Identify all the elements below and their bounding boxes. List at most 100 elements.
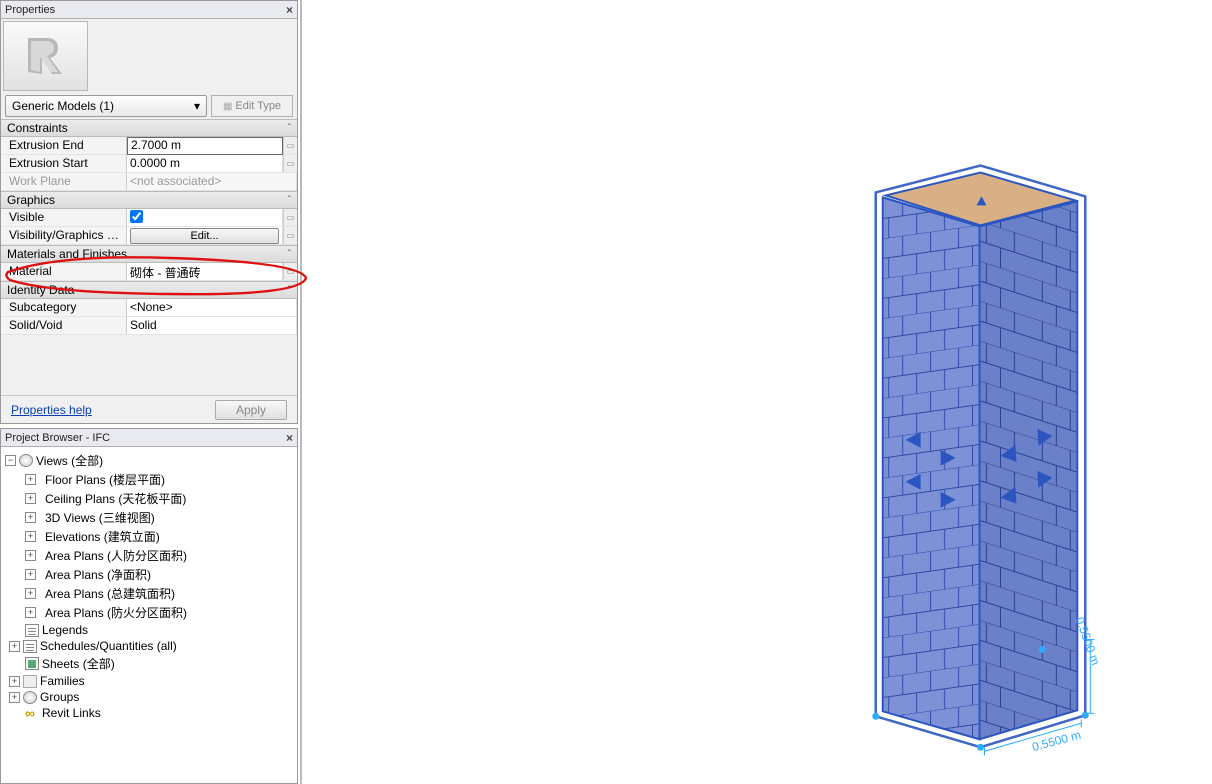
properties-help-link[interactable]: Properties help <box>11 403 92 417</box>
property-browse-button[interactable]: ▭ <box>283 227 297 245</box>
project-browser-tree[interactable]: − Views (全部) + Floor Plans (楼层平面)+Ceiling… <box>1 447 297 783</box>
properties-header[interactable]: Properties × <box>1 1 297 19</box>
revit-logo-thumbnail <box>3 21 88 91</box>
property-edit-button[interactable]: Edit... <box>130 228 279 244</box>
collapse-icon[interactable]: − <box>5 455 16 466</box>
tree-item[interactable]: + Area Plans (总建筑面积) <box>3 584 295 603</box>
project-browser-header[interactable]: Project Browser - IFC × <box>1 429 297 447</box>
grip-icon[interactable] <box>977 744 984 751</box>
expand-icon[interactable]: + <box>9 692 20 703</box>
expand-icon[interactable]: + <box>25 531 36 542</box>
property-row[interactable]: Visibility/Graphics O...Edit...▭ <box>1 227 297 245</box>
tree-item[interactable]: + Area Plans (防火分区面积) <box>3 603 295 622</box>
column-side-face[interactable] <box>980 201 1078 739</box>
section-materials[interactable]: Materials and Finishes ˆ <box>1 245 297 263</box>
tree-item[interactable]: + Area Plans (净面积) <box>3 565 295 584</box>
section-graphics[interactable]: Graphics ˆ <box>1 191 297 209</box>
property-row[interactable]: Subcategory<None> <box>1 299 297 317</box>
expand-icon[interactable]: + <box>25 569 36 580</box>
tree-item[interactable]: Legends <box>3 622 295 638</box>
property-row[interactable]: Solid/VoidSolid <box>1 317 297 335</box>
property-browse-button[interactable]: ▭ <box>283 263 297 281</box>
expand-icon[interactable]: + <box>25 550 36 561</box>
property-row[interactable]: Visible▭ <box>1 209 297 227</box>
property-label: Extrusion Start <box>1 155 127 173</box>
property-label: Subcategory <box>1 299 127 317</box>
tree-item-label: Area Plans (总建筑面积) <box>45 585 175 602</box>
property-browse-button[interactable]: ▭ <box>283 209 297 227</box>
tree-item[interactable]: + Area Plans (人防分区面积) <box>3 546 295 565</box>
properties-panel: Properties × Generic Models (1) ▾ ▦ Edit… <box>0 0 298 424</box>
tree-item-label: Schedules/Quantities (all) <box>40 639 177 653</box>
tree-item[interactable]: + Elevations (建筑立面) <box>3 527 295 546</box>
tree-item-label: Elevations (建筑立面) <box>45 528 160 545</box>
expand-icon[interactable]: + <box>25 607 36 618</box>
close-icon[interactable]: × <box>286 3 293 17</box>
tree-item-label: Floor Plans (楼层平面) <box>45 471 165 488</box>
tree-item-label: Legends <box>42 623 88 637</box>
property-value: <not associated> <box>127 173 297 191</box>
property-checkbox[interactable] <box>130 210 143 223</box>
properties-title: Properties <box>5 4 55 16</box>
tree-item-label: Revit Links <box>42 706 101 720</box>
circle-icon <box>23 691 37 704</box>
chevron-down-icon: ▾ <box>194 99 200 113</box>
tree-root-views[interactable]: − Views (全部) <box>3 451 295 470</box>
grip-icon[interactable] <box>1039 646 1046 653</box>
viewport-3d[interactable]: 0.5500 m 0.5500 m <box>300 0 1212 784</box>
project-browser-panel: Project Browser - IFC × − Views (全部) + Fl… <box>0 428 298 784</box>
tree-item-label: Area Plans (人防分区面积) <box>45 547 187 564</box>
section-identity[interactable]: Identity Data ˆ <box>1 281 297 299</box>
property-label: Solid/Void <box>1 317 127 335</box>
property-value[interactable]: 0.0000 m <box>127 155 283 173</box>
tree-item[interactable]: + Schedules/Quantities (all) <box>3 638 295 654</box>
column-front-face[interactable] <box>883 197 980 739</box>
tree-item-label: Area Plans (防火分区面积) <box>45 604 187 621</box>
tree-item-label: Groups <box>40 690 79 704</box>
tree-item-label: Families <box>40 674 85 688</box>
property-value[interactable]: Edit... <box>127 227 283 245</box>
tree-item[interactable]: + Groups <box>3 689 295 705</box>
property-value[interactable]: <None> <box>127 299 297 317</box>
tree-item[interactable]: Sheets (全部) <box>3 654 295 673</box>
tree-item[interactable]: + Floor Plans (楼层平面) <box>3 470 295 489</box>
tree-item-label: Area Plans (净面积) <box>45 566 151 583</box>
expand-icon[interactable]: + <box>9 676 20 687</box>
property-value[interactable] <box>127 209 283 227</box>
expand-icon[interactable]: + <box>25 588 36 599</box>
apply-button[interactable]: Apply <box>215 400 287 420</box>
tree-item[interactable]: +3D Views (三维视图) <box>3 508 295 527</box>
property-browse-button[interactable]: ▭ <box>283 155 297 173</box>
property-browse-button[interactable]: ▭ <box>283 137 297 155</box>
grip-icon[interactable] <box>872 713 879 720</box>
dimension-x-value[interactable]: 0.5500 m <box>1031 728 1083 754</box>
property-value[interactable]: 砌体 - 普通砖 <box>127 263 283 281</box>
project-browser-title: Project Browser - IFC <box>5 432 110 444</box>
expand-icon[interactable]: + <box>9 641 20 652</box>
sheet1-icon <box>23 640 37 653</box>
sheet2-icon <box>25 657 39 670</box>
property-row[interactable]: Extrusion Start0.0000 m▭ <box>1 155 297 173</box>
expand-icon[interactable]: + <box>25 493 36 504</box>
property-label: Visibility/Graphics O... <box>1 227 127 245</box>
tree-item[interactable]: Revit Links <box>3 705 295 721</box>
edit-type-label: Edit Type <box>235 100 281 112</box>
section-constraints[interactable]: Constraints ˆ <box>1 119 297 137</box>
tree-item[interactable]: + Families <box>3 673 295 689</box>
property-value[interactable]: Solid <box>127 317 297 335</box>
folder-icon <box>23 675 37 688</box>
property-value[interactable]: 2.7000 m <box>127 137 283 155</box>
type-selector-value: Generic Models (1) <box>12 99 114 113</box>
type-selector-dropdown[interactable]: Generic Models (1) ▾ <box>5 95 207 117</box>
type-thumbnail-area <box>1 19 297 93</box>
property-row[interactable]: Work Plane<not associated> <box>1 173 297 191</box>
expand-icon[interactable]: + <box>25 512 36 523</box>
edit-type-icon: ▦ <box>223 101 232 112</box>
tree-item[interactable]: +Ceiling Plans (天花板平面) <box>3 489 295 508</box>
property-label: Extrusion End <box>1 137 127 155</box>
expand-icon[interactable]: + <box>25 474 36 485</box>
edit-type-button[interactable]: ▦ Edit Type <box>211 95 293 117</box>
close-icon[interactable]: × <box>286 431 293 445</box>
property-row[interactable]: Material砌体 - 普通砖▭ <box>1 263 297 281</box>
property-row[interactable]: Extrusion End2.7000 m▭ <box>1 137 297 155</box>
